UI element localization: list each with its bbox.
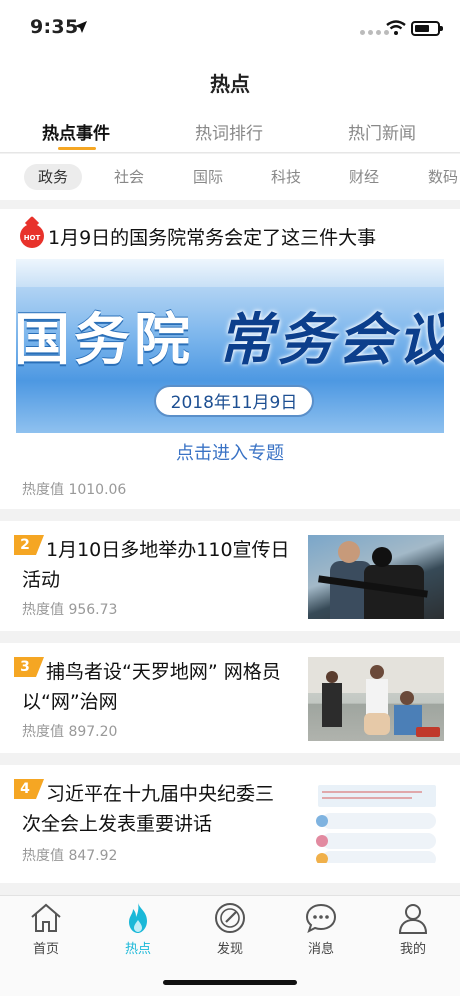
heat-value: 热度值 956.73 (22, 602, 118, 618)
list-item[interactable]: 4 习近平在十九届中央纪委三次全会上发表重要讲话 热度值 847.92 (0, 765, 460, 883)
heat-value: 热度值 847.92 (22, 848, 118, 864)
category-bar: 政务 社会 国际 科技 财经 数码 (0, 154, 460, 200)
enter-topic-link[interactable]: 点击进入专题 (0, 439, 460, 465)
tabbar-label: 首页 (32, 942, 59, 957)
tabbar-me[interactable]: 我的 (378, 902, 448, 957)
news-thumbnail[interactable] (308, 779, 444, 863)
location-arrow-icon (75, 21, 87, 33)
wifi-icon (386, 20, 406, 35)
home-indicator (163, 980, 297, 985)
news-thumbnail[interactable] (308, 657, 444, 741)
category-politics[interactable]: 政务 (24, 164, 83, 190)
person-icon (398, 904, 428, 934)
tabbar-label: 热点 (124, 942, 151, 957)
nav-bar: 热点 (0, 60, 460, 105)
tab-active-indicator (58, 147, 96, 150)
hot-badge-icon: HOT (20, 224, 44, 248)
chat-bubble-icon (305, 903, 337, 933)
tabbar-messages[interactable]: 消息 (286, 902, 356, 957)
category-international[interactable]: 国际 (193, 164, 223, 190)
battery-icon (411, 21, 443, 36)
heat-value: 热度值 1010.06 (22, 482, 127, 498)
tabbar-discover[interactable]: 发现 (195, 902, 265, 957)
heat-value: 热度值 897.20 (22, 724, 118, 740)
top-tabs: 热点事件 热词排行 热门新闻 (0, 105, 460, 153)
news-title[interactable]: 1月10日多地举办110宣传日活动 (22, 535, 292, 595)
status-bar: 9:35 (0, 0, 460, 60)
list-item[interactable]: 3 捕鸟者设“天罗地网” 网格员以“网”治网 热度值 897.20 (0, 643, 460, 753)
news-title[interactable]: 习近平在十九届中央纪委三次全会上发表重要讲话 (22, 779, 292, 839)
home-icon (31, 903, 61, 932)
news-title[interactable]: 捕鸟者设“天罗地网” 网格员以“网”治网 (22, 657, 292, 717)
banner-date: 2018年11月9日 (154, 385, 314, 417)
tabbar-home[interactable]: 首页 (11, 902, 81, 957)
featured-card[interactable]: HOT 1月9日的国务院常务会定了这三件大事 国务院 常务会议 2018年11月… (0, 209, 460, 509)
tab-hot-words[interactable]: 热词排行 (195, 119, 263, 144)
status-time: 9:35 (30, 16, 79, 38)
list-item[interactable]: 2 1月10日多地举办110宣传日活动 热度值 956.73 (0, 521, 460, 631)
tabbar-label: 我的 (399, 942, 426, 957)
signal-dots-icon (360, 30, 389, 35)
page-title: 热点 (210, 72, 250, 96)
tabbar-hot[interactable]: 热点 (103, 902, 173, 957)
banner-text-a: 国务院 (16, 308, 194, 373)
category-technology[interactable]: 科技 (271, 164, 301, 190)
tabbar-label: 消息 (307, 942, 334, 957)
tab-hot-events[interactable]: 热点事件 (42, 119, 110, 144)
news-thumbnail[interactable] (308, 535, 444, 619)
flame-icon (129, 903, 147, 933)
featured-banner[interactable]: 国务院 常务会议 2018年11月9日 (16, 259, 444, 433)
banner-text-b: 常务会议 (217, 307, 445, 373)
featured-title[interactable]: 1月9日的国务院常务会定了这三件大事 (48, 223, 376, 250)
category-finance[interactable]: 财经 (349, 164, 379, 190)
category-digital[interactable]: 数码 (428, 164, 458, 190)
tab-hot-news[interactable]: 热门新闻 (348, 119, 416, 144)
compass-icon (215, 903, 245, 933)
category-society[interactable]: 社会 (114, 164, 144, 190)
tabbar-label: 发现 (216, 942, 243, 957)
